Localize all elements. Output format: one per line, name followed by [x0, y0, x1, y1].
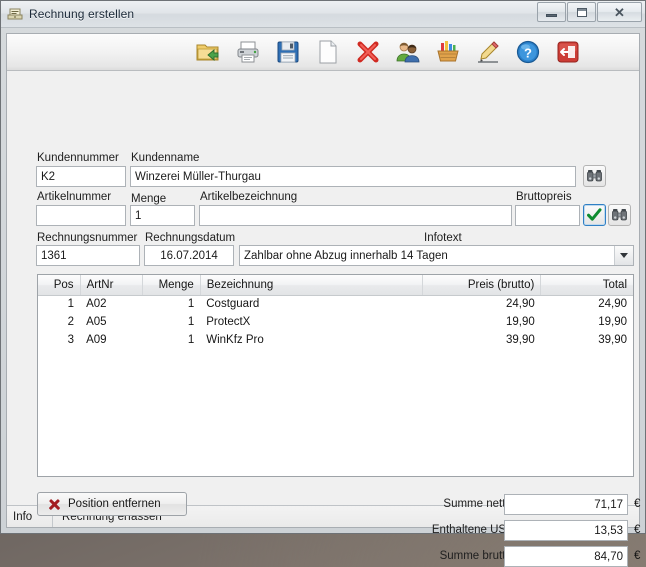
remove-position-label: Position entfernen — [68, 498, 161, 510]
artikelbezeichnung-label: Artikelbezeichnung — [200, 191, 298, 203]
currency-symbol-ust: € — [634, 524, 641, 536]
kundennummer-input[interactable]: K2 — [36, 166, 126, 187]
summe-netto-value: 71,17 — [504, 494, 628, 515]
cell-total: 24,90 — [598, 298, 627, 311]
save-floppy-icon[interactable] — [275, 39, 301, 65]
rechnungsnummer-label: Rechnungsnummer — [37, 232, 138, 244]
maximize-button[interactable] — [567, 2, 596, 22]
title-bar[interactable]: Rechnung erstellen ✕ — [1, 1, 645, 28]
cell-bezeichnung: Costguard — [206, 298, 260, 311]
window-title: Rechnung erstellen — [29, 7, 135, 21]
bruttopreis-label: Bruttopreis — [516, 191, 572, 203]
cell-menge: 1 — [187, 298, 195, 311]
bruttopreis-input[interactable] — [515, 205, 580, 226]
column-header-preis[interactable]: Preis (brutto) — [422, 275, 542, 296]
column-header-pos[interactable]: Pos — [38, 275, 81, 296]
delete-x-icon[interactable] — [355, 39, 381, 65]
summe-brutto-value: 84,70 — [504, 546, 628, 567]
rechnungsdatum-label: Rechnungsdatum — [145, 232, 236, 244]
binoculars-icon — [612, 209, 627, 221]
help-question-icon[interactable]: ? — [515, 39, 541, 65]
close-icon: ✕ — [614, 4, 625, 20]
articles-basket-icon[interactable] — [435, 39, 461, 65]
invoice-icon — [7, 6, 23, 22]
kundenname-input[interactable]: Winzerei Müller-Thurgau — [130, 166, 576, 187]
edit-pencil-icon[interactable] — [475, 39, 501, 65]
minimize-icon — [546, 13, 557, 17]
cell-total: 19,90 — [598, 316, 627, 328]
exit-door-icon[interactable] — [555, 39, 581, 65]
window-controls: ✕ — [537, 2, 642, 22]
cell-bezeichnung: ProtectX — [206, 316, 251, 328]
summe-brutto-label: Summe brutto: — [439, 550, 515, 562]
invoice-form: Kundennummer K2 Kundenname Winzerei Müll… — [7, 71, 640, 567]
customers-icon[interactable] — [395, 39, 421, 65]
toolbar: ? — [7, 34, 639, 71]
enthaltene-ust-value: 13,53 — [504, 520, 628, 541]
currency-symbol-netto: € — [634, 498, 641, 510]
rechnungsnummer-input[interactable]: 1361 — [36, 245, 140, 266]
artikelnummer-label: Artikelnummer — [37, 191, 112, 203]
maximize-icon — [576, 7, 587, 17]
print-icon[interactable] — [235, 39, 261, 65]
menge-input[interactable]: 1 — [130, 205, 195, 226]
positions-grid[interactable]: Pos ArtNr Menge Bezeichnung Preis (brutt… — [37, 274, 634, 477]
cell-total: 39,90 — [598, 334, 627, 346]
cell-artnr: A05 — [86, 316, 107, 328]
client-area: ? Kundennummer K2 Kundenname Winzerei Mü… — [6, 33, 640, 567]
infotext-combobox[interactable]: Zahlbar ohne Abzug innerhalb 14 Tagen — [239, 245, 634, 266]
chevron-down-icon — [620, 253, 628, 258]
column-header-bezeichnung[interactable]: Bezeichnung — [200, 275, 424, 296]
binoculars-icon — [587, 170, 602, 182]
kundennummer-label: Kundennummer — [37, 152, 119, 164]
open-folder-icon[interactable] — [195, 39, 221, 65]
cell-preis: 24,90 — [506, 298, 535, 311]
infotext-dropdown-button[interactable] — [614, 246, 633, 265]
menge-label: Menge — [131, 193, 167, 205]
infotext-value: Zahlbar ohne Abzug innerhalb 14 Tagen — [244, 250, 448, 262]
cell-preis: 39,90 — [506, 334, 535, 346]
new-document-icon[interactable] — [315, 39, 341, 65]
infotext-label: Infotext — [424, 232, 462, 244]
cell-pos: 1 — [67, 298, 75, 311]
delete-x-icon — [48, 498, 61, 511]
column-header-menge[interactable]: Menge — [142, 275, 201, 296]
column-header-artnr[interactable]: ArtNr — [80, 275, 143, 296]
currency-symbol-brutto: € — [634, 550, 641, 562]
artikelnummer-input[interactable] — [36, 205, 126, 226]
table-row[interactable]: 2 A05 1 ProtectX 19,90 19,90 — [38, 313, 633, 331]
cell-menge: 1 — [187, 316, 195, 328]
rechnungsdatum-input[interactable]: 16.07.2014 — [144, 245, 234, 266]
close-button[interactable]: ✕ — [597, 2, 642, 22]
artikelbezeichnung-input[interactable] — [199, 205, 512, 226]
customer-search-button[interactable] — [583, 165, 606, 187]
minimize-button[interactable] — [537, 2, 566, 22]
grid-header-row: Pos ArtNr Menge Bezeichnung Preis (brutt… — [38, 275, 633, 296]
table-row[interactable]: 3 A09 1 WinKfz Pro 39,90 39,90 — [38, 331, 633, 349]
cell-artnr: A09 — [86, 334, 107, 346]
summe-netto-label: Summe netto: — [443, 498, 515, 510]
cell-preis: 19,90 — [506, 316, 535, 328]
cell-artnr: A02 — [86, 298, 107, 311]
column-header-total[interactable]: Total — [540, 275, 633, 296]
cell-menge: 1 — [187, 334, 195, 346]
kundenname-label: Kundenname — [131, 152, 200, 164]
cell-pos: 2 — [67, 316, 75, 328]
svg-text:?: ? — [524, 46, 532, 61]
article-confirm-button[interactable] — [583, 204, 606, 226]
cell-bezeichnung: WinKfz Pro — [206, 334, 264, 346]
enthaltene-ust-label: Enthaltene UST: — [431, 524, 515, 536]
cell-pos: 3 — [67, 334, 75, 346]
remove-position-button[interactable]: Position entfernen — [37, 492, 187, 516]
check-icon — [587, 208, 602, 221]
article-search-button[interactable] — [608, 204, 631, 226]
table-row[interactable]: 1 A02 1 Costguard 24,90 24,90 — [38, 295, 633, 313]
application-window: Rechnung erstellen ✕ ? Kundennummer K2 K… — [0, 0, 646, 567]
